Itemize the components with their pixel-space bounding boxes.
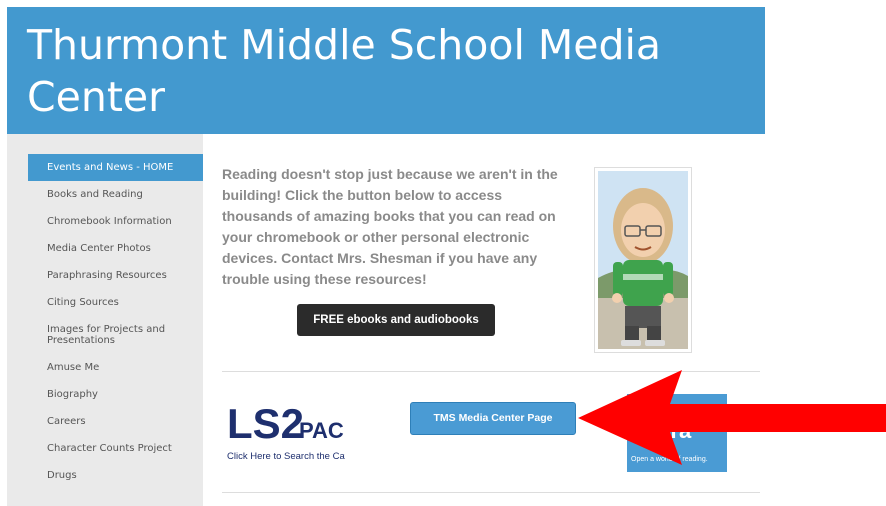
free-ebooks-button[interactable]: FREE ebooks and audiobooks bbox=[297, 304, 495, 336]
section-divider-bottom bbox=[222, 492, 760, 493]
bitmoji-image bbox=[594, 167, 692, 353]
sidebar-item-careers[interactable]: Careers bbox=[28, 408, 203, 435]
tms-media-center-button[interactable]: TMS Media Center Page bbox=[410, 402, 576, 435]
sidebar-item-paraphrasing-resources[interactable]: Paraphrasing Resources bbox=[28, 262, 203, 289]
pac-text: PAC bbox=[299, 418, 344, 443]
site-header: Thurmont Middle School Media Center bbox=[7, 7, 765, 134]
sidebar-nav: Events and News - HOME Books and Reading… bbox=[28, 154, 203, 489]
sidebar-item-citing-sources[interactable]: Citing Sources bbox=[28, 289, 203, 316]
ls2pac-logo: LS2 PAC Click Here to Search the Catalog bbox=[227, 400, 365, 462]
intro-text: Reading doesn't stop just because we are… bbox=[222, 166, 558, 287]
site-title: Thurmont Middle School Media Center bbox=[27, 21, 662, 121]
sidebar-item-character-counts-project[interactable]: Character Counts Project bbox=[28, 435, 203, 462]
sidebar-item-drugs[interactable]: Drugs bbox=[28, 462, 203, 489]
ls2pac-logo-link[interactable]: LS2 PAC Click Here to Search the Catalog bbox=[225, 394, 365, 464]
sidebar-item-biography[interactable]: Biography bbox=[28, 381, 203, 408]
sidebar-item-images-for-projects[interactable]: Images for Projects and Presentations bbox=[28, 316, 203, 354]
sidebar-item-books-and-reading[interactable]: Books and Reading bbox=[28, 181, 203, 208]
ls2-text: LS2 bbox=[227, 400, 304, 447]
sidebar-item-media-center-photos[interactable]: Media Center Photos bbox=[28, 235, 203, 262]
sidebar-item-amuse-me[interactable]: Amuse Me bbox=[28, 354, 203, 381]
sidebar: Events and News - HOME Books and Reading… bbox=[7, 134, 203, 506]
sidebar-item-chromebook-information[interactable]: Chromebook Information bbox=[28, 208, 203, 235]
sidebar-item-home[interactable]: Events and News - HOME bbox=[28, 154, 203, 181]
bitmoji-avatar-icon bbox=[598, 171, 688, 349]
catalog-caption: Click Here to Search the Catalog bbox=[227, 451, 345, 462]
red-arrow-icon bbox=[578, 370, 886, 465]
